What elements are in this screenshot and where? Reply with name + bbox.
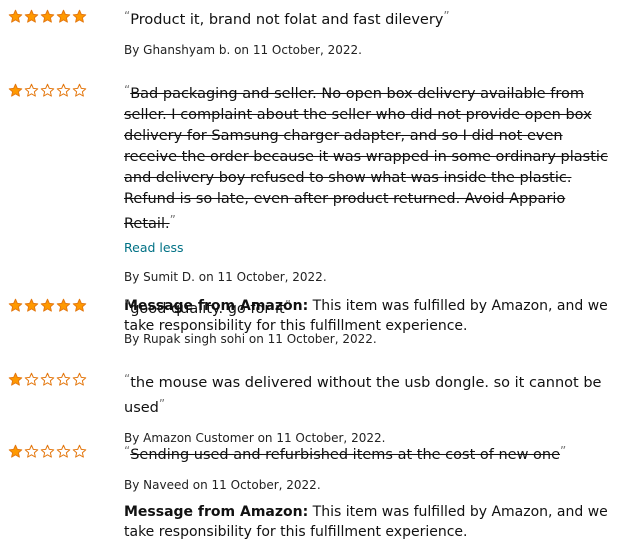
star-filled-icon <box>72 9 87 23</box>
star-filled-icon <box>56 298 71 312</box>
star-filled-icon <box>8 298 23 312</box>
close-quote: ” <box>443 9 450 23</box>
review-text: “good quality. go for it” <box>124 295 612 320</box>
review-text: “the mouse was delivered without the usb… <box>124 369 612 419</box>
close-quote: ” <box>284 298 291 312</box>
star-filled-icon <box>8 9 23 23</box>
review-byline: By Naveed on 11 October, 2022. <box>124 478 321 492</box>
star-empty-icon <box>24 83 39 97</box>
star-empty-icon <box>56 83 71 97</box>
star-empty-icon <box>72 444 87 458</box>
review-byline: By Rupak singh sohi on 11 October, 2022. <box>124 332 377 346</box>
read-less-link[interactable]: Read less <box>124 240 184 255</box>
star-empty-icon <box>40 83 55 97</box>
review-text: “Bad packaging and seller. No open box d… <box>124 80 612 235</box>
star-filled-icon <box>8 444 23 458</box>
review-text: “Sending used and refurbished items at t… <box>124 441 612 466</box>
review-text-content: Product it, brand not folat and fast dil… <box>130 12 444 28</box>
close-quote: ” <box>169 213 176 227</box>
star-empty-icon <box>24 372 39 386</box>
star-empty-icon <box>40 372 55 386</box>
star-filled-icon <box>24 9 39 23</box>
star-filled-icon <box>8 372 23 386</box>
review-text-content: good quality. go for it <box>130 301 285 317</box>
star-empty-icon <box>24 444 39 458</box>
review-text-content: Sending used and refurbished items at th… <box>130 447 561 463</box>
review-text-content: Bad packaging and seller. No open box de… <box>124 86 608 232</box>
review-byline: By Sumit D. on 11 October, 2022. <box>124 270 327 284</box>
star-rating <box>8 83 88 98</box>
review-text-content: the mouse was delivered without the usb … <box>124 375 602 416</box>
star-empty-icon <box>56 372 71 386</box>
star-filled-icon <box>24 298 39 312</box>
star-rating <box>8 298 88 313</box>
close-quote: ” <box>158 397 166 411</box>
star-empty-icon <box>56 444 71 458</box>
star-filled-icon <box>56 9 71 23</box>
amazon-message: Message from Amazon: This item was fulfi… <box>124 502 612 542</box>
star-empty-icon <box>40 444 55 458</box>
star-empty-icon <box>72 83 87 97</box>
review-text: “Product it, brand not folat and fast di… <box>124 6 612 31</box>
star-rating <box>8 372 88 387</box>
amazon-message-label: Message from Amazon: <box>124 504 309 520</box>
star-filled-icon <box>40 298 55 312</box>
close-quote: ” <box>560 444 567 458</box>
star-filled-icon <box>8 83 23 97</box>
star-filled-icon <box>40 9 55 23</box>
star-empty-icon <box>72 372 87 386</box>
star-filled-icon <box>72 298 87 312</box>
review-byline: By Ghanshyam b. on 11 October, 2022. <box>124 43 362 57</box>
star-rating <box>8 444 88 459</box>
star-rating <box>8 9 88 24</box>
